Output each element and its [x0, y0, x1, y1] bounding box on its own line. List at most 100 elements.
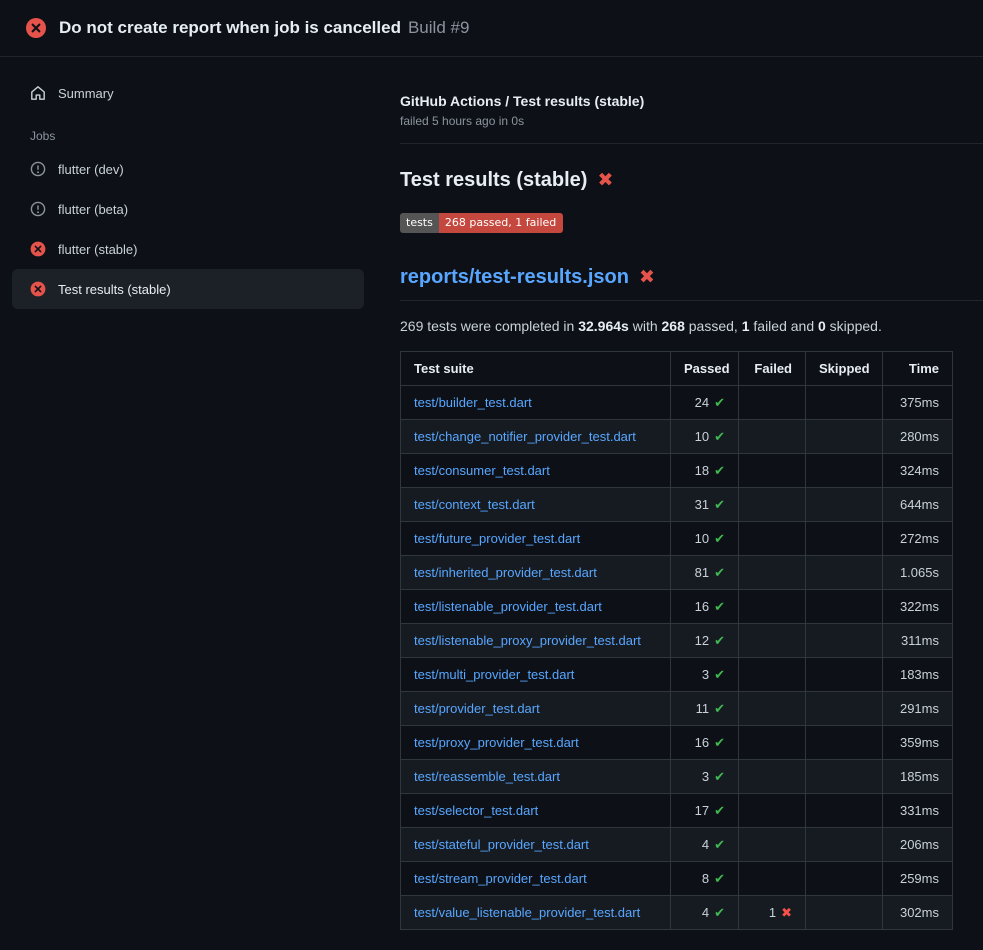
workflow-breadcrumb: GitHub Actions / Test results (stable): [400, 93, 983, 109]
passed-cell: 16✔: [671, 590, 739, 624]
passed-cell: 31✔: [671, 488, 739, 522]
test-suite-link[interactable]: test/builder_test.dart: [414, 395, 532, 410]
test-suite-link[interactable]: test/listenable_proxy_provider_test.dart: [414, 633, 641, 648]
failed-cell: [739, 760, 806, 794]
check-icon: ✔: [714, 769, 725, 784]
main-content: GitHub Actions / Test results (stable) f…: [376, 57, 983, 930]
passed-cell: 3✔: [671, 760, 739, 794]
section-divider: [400, 143, 983, 144]
test-suite-link[interactable]: test/stateful_provider_test.dart: [414, 837, 589, 852]
time-cell: 322ms: [883, 590, 953, 624]
summary-text: 269 tests were completed in: [400, 318, 578, 334]
time-cell: 280ms: [883, 420, 953, 454]
failed-cell: [739, 488, 806, 522]
time-cell: 359ms: [883, 726, 953, 760]
check-icon: ✔: [714, 735, 725, 750]
sidebar-job-label: Test results (stable): [58, 282, 171, 297]
table-row: test/proxy_provider_test.dart 16✔ 359ms: [401, 726, 953, 760]
badge-label: tests: [400, 213, 439, 233]
run-title: Do not create report when job is cancell…: [59, 18, 401, 38]
passed-cell: 11✔: [671, 692, 739, 726]
sidebar-job-label: flutter (dev): [58, 162, 124, 177]
failed-cell: [739, 556, 806, 590]
test-suite-link[interactable]: test/change_notifier_provider_test.dart: [414, 429, 636, 444]
sidebar-job-item[interactable]: flutter (beta): [12, 189, 364, 229]
passed-cell: 17✔: [671, 794, 739, 828]
time-cell: 644ms: [883, 488, 953, 522]
sidebar-job-item[interactable]: flutter (stable): [12, 229, 364, 269]
sidebar-job-item[interactable]: Test results (stable): [12, 269, 364, 309]
test-suite-link[interactable]: test/proxy_provider_test.dart: [414, 735, 579, 750]
col-time: Time: [883, 352, 953, 386]
test-suite-link[interactable]: test/context_test.dart: [414, 497, 535, 512]
skipped-cell: [806, 454, 883, 488]
col-test-suite: Test suite: [401, 352, 671, 386]
skipped-cell: [806, 522, 883, 556]
check-icon: ✔: [714, 565, 725, 580]
summary-text: failed and: [750, 318, 819, 334]
skipped-cell: [806, 896, 883, 930]
failed-cell: 1✖: [739, 896, 806, 930]
test-suite-link[interactable]: test/multi_provider_test.dart: [414, 667, 574, 682]
test-suite-link[interactable]: test/listenable_provider_test.dart: [414, 599, 602, 614]
sidebar-job-item[interactable]: flutter (dev): [12, 149, 364, 189]
skipped-cell: [806, 590, 883, 624]
test-suite-link[interactable]: test/stream_provider_test.dart: [414, 871, 587, 886]
test-suite-link[interactable]: test/consumer_test.dart: [414, 463, 550, 478]
check-icon: ✔: [714, 905, 725, 920]
table-row: test/listenable_proxy_provider_test.dart…: [401, 624, 953, 658]
sidebar-job-label: flutter (stable): [58, 242, 137, 257]
tests-badge: tests 268 passed, 1 failed: [400, 213, 563, 233]
passed-cell: 24✔: [671, 386, 739, 420]
check-icon: ✔: [714, 497, 725, 512]
passed-cell: 4✔: [671, 896, 739, 930]
cross-icon: ✖: [639, 268, 655, 287]
table-row: test/stateful_provider_test.dart 4✔ 206m…: [401, 828, 953, 862]
skipped-cell: [806, 420, 883, 454]
table-row: test/change_notifier_provider_test.dart …: [401, 420, 953, 454]
test-suite-link[interactable]: test/inherited_provider_test.dart: [414, 565, 597, 580]
test-suite-link[interactable]: test/provider_test.dart: [414, 701, 540, 716]
table-row: test/builder_test.dart 24✔ 375ms: [401, 386, 953, 420]
run-failed-status-icon: [26, 18, 46, 38]
job-status-neutral-icon: [30, 161, 46, 177]
skipped-cell: [806, 556, 883, 590]
failed-cell: [739, 828, 806, 862]
test-suite-link[interactable]: test/value_listenable_provider_test.dart: [414, 905, 640, 920]
check-icon: ✔: [714, 633, 725, 648]
skipped-cell: [806, 828, 883, 862]
passed-cell: 10✔: [671, 522, 739, 556]
test-suite-link[interactable]: test/reassemble_test.dart: [414, 769, 560, 784]
report-file-link[interactable]: reports/test-results.json: [400, 266, 629, 289]
sidebar-item-summary[interactable]: Summary: [12, 73, 364, 113]
time-cell: 324ms: [883, 454, 953, 488]
cross-icon: ✖: [597, 171, 613, 190]
failed-cell: [739, 658, 806, 692]
passed-cell: 10✔: [671, 420, 739, 454]
check-icon: ✔: [714, 837, 725, 852]
time-cell: 272ms: [883, 522, 953, 556]
check-icon: ✔: [714, 531, 725, 546]
table-row: test/stream_provider_test.dart 8✔ 259ms: [401, 862, 953, 896]
passed-cell: 18✔: [671, 454, 739, 488]
run-header: Do not create report when job is cancell…: [0, 0, 983, 57]
check-icon: ✔: [714, 871, 725, 886]
skipped-cell: [806, 386, 883, 420]
time-cell: 1.065s: [883, 556, 953, 590]
time-cell: 291ms: [883, 692, 953, 726]
failed-cell: [739, 454, 806, 488]
passed-cell: 81✔: [671, 556, 739, 590]
check-icon: ✔: [714, 429, 725, 444]
cross-icon: ✖: [781, 905, 792, 920]
col-skipped: Skipped: [806, 352, 883, 386]
table-row: test/consumer_test.dart 18✔ 324ms: [401, 454, 953, 488]
check-icon: ✔: [714, 463, 725, 478]
results-table-body: test/builder_test.dart 24✔ 375ms test/ch…: [401, 386, 953, 930]
passed-cell: 8✔: [671, 862, 739, 896]
test-suite-link[interactable]: test/selector_test.dart: [414, 803, 538, 818]
table-row: test/context_test.dart 31✔ 644ms: [401, 488, 953, 522]
test-suite-link[interactable]: test/future_provider_test.dart: [414, 531, 580, 546]
table-row: test/reassemble_test.dart 3✔ 185ms: [401, 760, 953, 794]
check-icon: ✔: [714, 803, 725, 818]
sidebar-job-label: flutter (beta): [58, 202, 128, 217]
